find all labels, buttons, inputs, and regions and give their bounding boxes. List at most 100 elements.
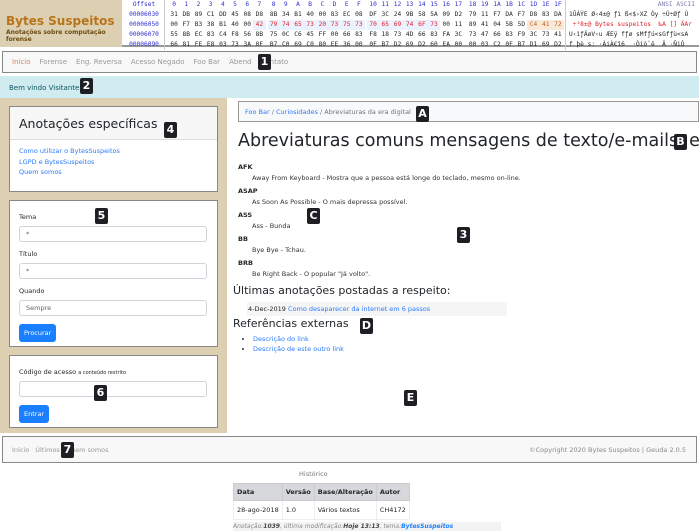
link-how-to-use[interactable]: Como utilizar o BytesSuspeitos <box>19 146 217 157</box>
hex-byte: EE <box>330 41 339 48</box>
page-footer: Início Últimos Quem somos ©Copyright 202… <box>2 436 697 463</box>
column-header: 14 <box>418 1 426 8</box>
hex-byte: 75 <box>269 31 278 38</box>
column-header: 11 <box>381 1 389 8</box>
hex-byte: 03 <box>219 41 227 48</box>
hex-byte: 00 <box>442 21 450 28</box>
search-button[interactable]: Procurar <box>19 324 57 342</box>
hex-byte: 55 <box>170 31 178 38</box>
hex-byte: 75 <box>340 20 353 30</box>
copyright: ©Copyright 2020 Bytes Suspeitos | Geuda … <box>529 446 686 454</box>
access-code-input[interactable] <box>19 381 207 397</box>
hex-byte: DA <box>505 11 513 18</box>
nav-item-acesso-negado[interactable]: Acesso Negado <box>131 58 185 66</box>
footer-link-inicio[interactable]: Início <box>12 446 29 454</box>
page-title: Abreviaturas comuns mensagens de texto/e… <box>238 131 699 151</box>
ref-link[interactable]: Descrição do link <box>253 335 309 343</box>
access-sublabel: a conteúdo restrito <box>78 370 126 376</box>
recent-notes-heading: Últimas anotações postadas a respeito: <box>233 284 451 297</box>
hex-byte: 3A <box>243 41 251 48</box>
hex-byte: 74 <box>279 20 292 30</box>
column-header: 13 <box>405 1 414 8</box>
hex-byte: 8B <box>182 31 190 38</box>
logo[interactable]: Bytes Suspeitos Anotações sobre computaç… <box>0 0 122 47</box>
hex-byte: D2 <box>418 41 426 48</box>
nav-item-abend[interactable]: Abend <box>229 58 251 66</box>
hex-byte: FF <box>318 31 327 38</box>
hex-row: 00006030 31 DB 89 C1 DD 45 08 D8 8B 34 B1 40 00 83 EC 08… <box>124 10 699 20</box>
row-bytes: 66 81 FE E8 03 73 3A 0F B7 C0 69 C0 80 EE 36 00 0F B7 D2 69… <box>165 40 565 50</box>
enter-button[interactable]: Entrar <box>19 405 50 423</box>
hex-byte: 00 <box>355 41 363 48</box>
access-label-text: Código de acesso <box>19 368 77 376</box>
ref-link[interactable]: Descrição de este outro link <box>253 345 344 353</box>
column-header: 3 <box>208 1 213 8</box>
row-ascii: 1ÛÁÝE Ø‹4±@ ƒì ß<$›XZ Òy ÷Ú÷Øƒ Ú <box>565 10 699 20</box>
link-lgpd[interactable]: LGPD e BytesSuspeitos <box>19 157 217 168</box>
hex-byte: 42 <box>253 20 266 30</box>
hex-byte: 41 <box>539 20 552 30</box>
site-subtitle: Anotações sobre computação forense <box>6 29 106 43</box>
site-title: Bytes Suspeitos <box>6 14 115 28</box>
link-about[interactable]: Quem somos <box>19 167 217 178</box>
column-header: 16 <box>442 1 450 8</box>
hex-byte: 81 <box>182 41 190 48</box>
annotation-marker: 4 <box>164 122 177 138</box>
nav-item-in-cio[interactable]: Início <box>12 58 31 66</box>
footer-link-ultimos[interactable]: Últimos <box>35 446 60 454</box>
definition: Bye Bye - Tchau. <box>252 246 306 254</box>
column-header: 4 <box>220 1 225 8</box>
hex-byte: 83 <box>330 11 339 18</box>
list-item: Descrição de este outro link <box>253 345 344 353</box>
col-header: Data <box>233 483 283 501</box>
recent-note-link[interactable]: Como desaparecer da internet em 6 passos <box>288 305 430 313</box>
hex-byte: C4 <box>219 31 227 38</box>
definition: Away From Keyboard - Mostra que a pessoa… <box>252 174 521 182</box>
column-header: 1D <box>529 1 538 8</box>
annotation-marker: 2 <box>80 78 93 94</box>
nav-item-foo-bar[interactable]: Foo Bar <box>194 58 221 66</box>
access-code-label: Código de acesso a conteúdo restrito <box>19 368 208 376</box>
external-refs-heading: Referências externas <box>233 317 349 330</box>
breadcrumb-curiosidades[interactable]: Curiosidades <box>276 108 318 116</box>
annotation-marker: B <box>674 134 687 150</box>
row-bytes: 55 8B EC 83 C4 F8 56 8B 75 0C C6 45 FF 00 66 83 F8 18 73 4D… <box>165 30 565 40</box>
quando-label: Quando <box>19 287 45 295</box>
hex-byte: FA <box>442 31 450 38</box>
breadcrumb-foo-bar[interactable]: Foo Bar <box>245 108 270 116</box>
hex-byte: 41 <box>481 21 489 28</box>
hex-byte: 89 <box>194 11 203 18</box>
hex-byte: 0F <box>369 41 377 48</box>
nav-item-eng-reversa[interactable]: Eng. Reversa <box>76 58 122 66</box>
hex-byte: 45 <box>306 31 314 38</box>
column-header: 5 <box>233 1 237 8</box>
hex-byte: 80 <box>318 41 327 48</box>
hex-byte: 00 <box>330 31 339 38</box>
nav-item-forense[interactable]: Forense <box>40 58 67 66</box>
top-nav: Início Forense Eng. Reversa Acesso Negado Fo… <box>2 51 697 73</box>
tema-label: Tema <box>19 213 37 221</box>
offset-label: Offset <box>124 0 165 10</box>
titulo-input[interactable]: * <box>19 263 207 279</box>
recent-note-item: 4-Dec-2019 Como desaparecer da internet … <box>247 302 507 316</box>
hex-byte: 40 <box>231 21 239 28</box>
hex-byte: C2 <box>493 41 501 48</box>
definition: Ass - Bunda <box>252 222 291 230</box>
table-header-row: Data Versão Base/Alteração Autor <box>233 483 410 501</box>
theme-link[interactable]: BytesSuspeitos <box>401 523 453 530</box>
hex-byte: D8 <box>255 11 264 18</box>
row-bytes: 31 DB 89 C1 DD 45 08 D8 8B 34 B1 40 00 83 EC 08 DF 3C 24 9B… <box>165 10 565 20</box>
hex-byte: 4D <box>405 31 414 38</box>
quando-select[interactable]: Sempre <box>19 300 207 316</box>
row-offset: 00006090 <box>124 40 165 50</box>
hex-byte: C0 <box>282 41 290 48</box>
hex-byte: 73 <box>468 31 477 38</box>
hex-byte: 5B <box>505 21 513 28</box>
hex-byte: 08 <box>355 11 363 18</box>
hex-byte: 70 <box>367 20 380 30</box>
column-header: 1B <box>505 1 513 8</box>
note-meta: Anotação:1039, última modificação:Hoje 1… <box>233 522 501 531</box>
annotation-marker: A <box>416 106 429 122</box>
hex-byte: 40 <box>306 11 314 18</box>
tema-input[interactable]: * <box>19 226 207 242</box>
